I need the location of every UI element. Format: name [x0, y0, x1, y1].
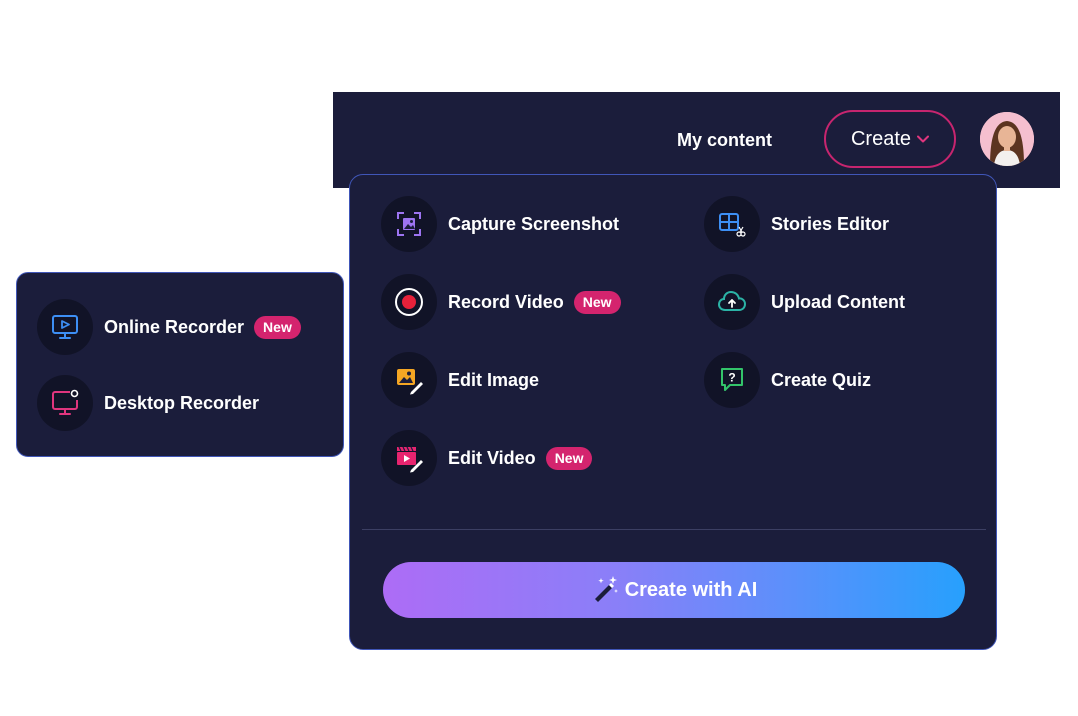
menu-item-label: Create Quiz	[771, 369, 872, 390]
menu-item-label: Edit Image	[448, 369, 540, 390]
menu-item-upload-content[interactable]: Upload Content	[704, 273, 905, 331]
submenu-item-label: Online Recorder	[104, 316, 245, 337]
my-content-link[interactable]: My content	[677, 130, 772, 151]
quiz-icon: ?	[704, 352, 760, 408]
menu-divider	[362, 529, 986, 530]
svg-text:?: ?	[728, 371, 735, 385]
stories-editor-icon	[704, 196, 760, 252]
recorder-submenu: Online Recorder New Desktop Recorder	[16, 272, 344, 457]
menu-item-label: Edit Video	[448, 447, 536, 468]
menu-item-stories-editor[interactable]: Stories Editor	[704, 195, 889, 253]
create-button-label: Create	[850, 127, 912, 150]
cloud-upload-icon	[704, 274, 760, 330]
create-button[interactable]: Create	[824, 110, 956, 168]
record-icon	[381, 274, 437, 330]
create-dropdown-menu: Capture Screenshot Stories Editor Record…	[349, 174, 997, 650]
submenu-item-label: Desktop Recorder	[104, 392, 260, 413]
menu-item-edit-video[interactable]: Edit Video New	[381, 429, 593, 487]
user-avatar[interactable]	[980, 112, 1034, 166]
menu-item-record-video[interactable]: Record Video New	[381, 273, 621, 331]
create-with-ai-label: Create with AI	[624, 578, 758, 601]
menu-item-label: Upload Content	[771, 291, 905, 312]
edit-image-icon	[381, 352, 437, 408]
menu-item-create-quiz[interactable]: ? Create Quiz	[704, 351, 871, 409]
new-badge: New	[573, 290, 621, 314]
desktop-icon	[37, 375, 93, 431]
menu-item-label: Capture Screenshot	[448, 213, 620, 234]
create-with-ai-button[interactable]: Create with AI	[383, 562, 965, 618]
menu-item-capture-screenshot[interactable]: Capture Screenshot	[381, 195, 619, 253]
new-badge: New	[545, 446, 593, 470]
monitor-play-icon	[37, 299, 93, 355]
edit-video-icon	[381, 430, 437, 486]
submenu-item-online-recorder[interactable]: Online Recorder New	[37, 298, 301, 356]
new-badge: New	[254, 315, 301, 339]
menu-item-edit-image[interactable]: Edit Image	[381, 351, 539, 409]
submenu-item-desktop-recorder[interactable]: Desktop Recorder	[37, 374, 259, 432]
menu-item-label: Stories Editor	[771, 213, 890, 234]
menu-item-label: Record Video	[448, 291, 564, 312]
magic-wand-icon	[591, 574, 619, 607]
screenshot-icon	[381, 196, 437, 252]
chevron-down-icon	[917, 130, 930, 148]
